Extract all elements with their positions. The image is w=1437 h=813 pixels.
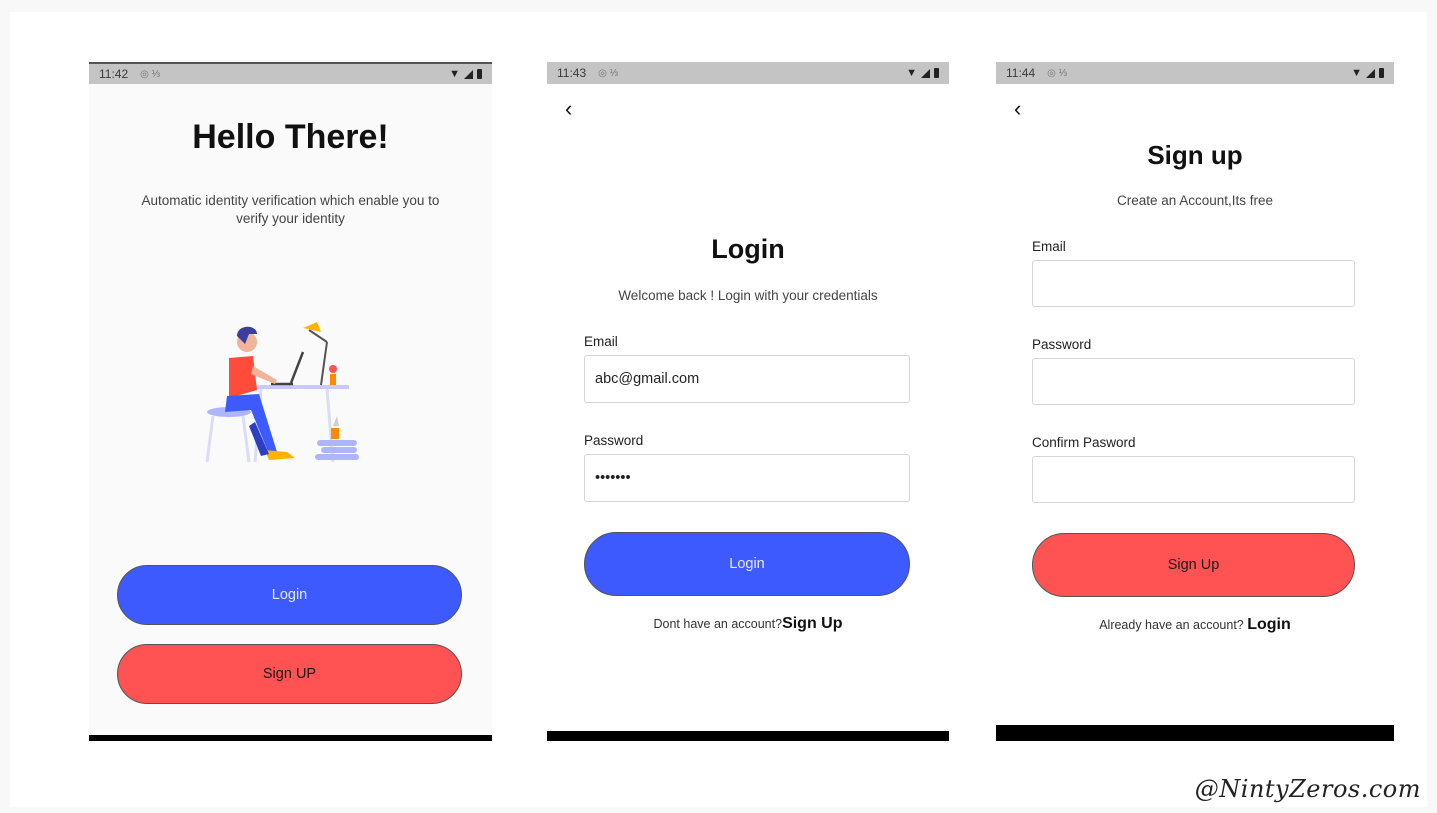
status-bar: 11:42 ◎ ⅓ ▼ [89,62,492,84]
login-prompt-text: Already have an account? [1099,618,1244,632]
signal-icon [464,69,473,79]
password-field[interactable] [1032,358,1355,405]
battery-icon [1379,68,1384,78]
password-field[interactable]: ••••••• [584,454,910,502]
page-title: Sign up [1147,140,1243,170]
navigation-bar [89,735,492,741]
page-subtitle: Welcome back ! Login with your credentia… [618,288,878,303]
wifi-icon: ▼ [449,68,460,80]
page-subtitle: Automatic identity verification which en… [89,192,492,228]
status-time: 11:44 [1006,66,1036,80]
login-link[interactable]: Login [1247,616,1291,633]
password-label: Password [1032,337,1092,352]
login-prompt: Already have an account? Login [996,616,1394,634]
confirm-password-label: Confirm Pasword [1032,435,1136,450]
page-title: Login [711,234,785,264]
login-button[interactable]: Login [117,565,462,625]
navigation-bar [547,731,949,741]
email-field[interactable] [1032,260,1355,307]
chevron-left-icon[interactable]: ‹ [565,98,585,122]
person-at-desk-illustration [205,322,359,463]
signup-prompt: Dont have an account?Sign Up [547,615,949,633]
wifi-icon: ▼ [906,67,917,79]
email-field[interactable]: abc@gmail.com [584,355,910,403]
signup-link[interactable]: Sign Up [782,615,842,632]
wifi-icon: ▼ [1351,67,1362,79]
signup-button[interactable]: Sign UP [117,644,462,704]
status-time: 11:43 [557,66,587,80]
status-bar: 11:44 ◎ ⅓ ▼ [996,62,1394,84]
password-label: Password [584,433,644,448]
status-time: 11:42 [99,67,129,81]
notification-icons: ◎ ⅓ [1047,67,1067,79]
signal-icon [921,68,930,78]
notification-icons: ◎ ⅓ [140,68,160,80]
notification-icons: ◎ ⅓ [598,67,618,79]
watermark: @NintyZeros.com [1194,775,1421,803]
signal-icon [1366,68,1375,78]
battery-icon [477,69,482,79]
signup-button[interactable]: Sign Up [1032,533,1355,597]
email-label: Email [584,334,618,349]
battery-icon [934,68,939,78]
login-screen: 11:43 ◎ ⅓ ▼ ‹ Login Welcome back ! Login… [547,62,949,741]
login-button[interactable]: Login [584,532,910,596]
subtitle-line: Automatic identity verification which en… [141,193,440,208]
signup-screen: 11:44 ◎ ⅓ ▼ ‹ Sign up Create an Account,… [996,62,1394,741]
status-bar: 11:43 ◎ ⅓ ▼ [547,62,949,84]
chevron-left-icon[interactable]: ‹ [1014,98,1034,122]
navigation-bar [996,725,1394,741]
page-subtitle: Create an Account,Its free [1116,193,1274,208]
subtitle-line: verify your identity [236,211,345,226]
welcome-screen: 11:42 ◎ ⅓ ▼ Hello There! Automatic ident… [89,62,492,741]
email-label: Email [1032,239,1066,254]
page-title: Hello There! [192,118,389,156]
signup-prompt-text: Dont have an account? [653,617,783,631]
confirm-password-field[interactable] [1032,456,1355,503]
